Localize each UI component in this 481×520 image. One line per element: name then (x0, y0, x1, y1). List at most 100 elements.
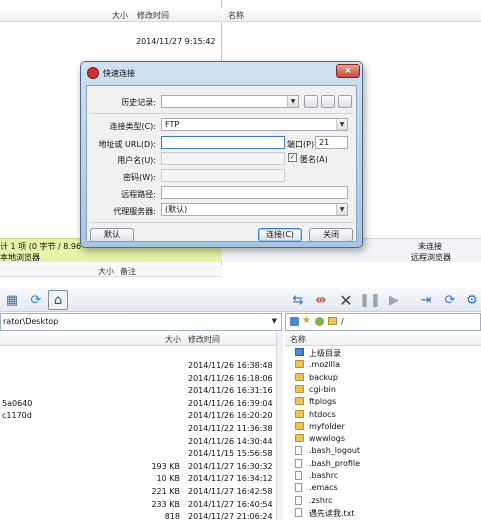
remote-home-icon[interactable] (290, 317, 299, 326)
bookmark-star-icon[interactable]: ★ (302, 315, 311, 326)
table-row[interactable]: 2014/11/26 14:30:44 (0, 436, 276, 448)
column-note[interactable]: 备注 (120, 266, 136, 277)
list-item[interactable]: .bash_logout (289, 445, 479, 457)
table-row[interactable]: c1170d 2014/11/26 16:20:20 (0, 410, 276, 422)
play-icon[interactable]: ▶ (384, 290, 404, 310)
table-row[interactable]: 2014/11/26 16:18:06 (0, 373, 276, 385)
table-row[interactable]: 818 2014/11/27 21:06:24 (0, 511, 276, 520)
file-icon (295, 495, 302, 505)
conn-type-value: FTP (165, 120, 180, 129)
address-input[interactable] (161, 136, 285, 149)
column-name[interactable]: 名称 (228, 10, 244, 21)
list-item[interactable]: backup (289, 372, 479, 384)
default-button[interactable]: 默认 (90, 228, 134, 242)
column-name[interactable]: 名称 (290, 334, 306, 345)
username-input[interactable] (161, 152, 285, 165)
top-remote-header: 名称 (223, 8, 481, 22)
column-size[interactable]: 大小 (98, 266, 114, 277)
row-date: 2014/11/26 16:20:20 (188, 411, 273, 421)
chevron-down-icon[interactable]: ▼ (272, 317, 277, 325)
table-row[interactable]: 2014/11/26 16:31:16 (0, 385, 276, 397)
port-input[interactable]: 21 (315, 136, 348, 149)
table-row[interactable]: 2014/11/15 15:56:58 (0, 448, 276, 460)
refresh-icon[interactable]: ⟳ (26, 290, 46, 310)
row-date: 2014/11/26 14:30:44 (188, 436, 273, 446)
list-item[interactable]: .bash_profile (289, 458, 479, 470)
table-row[interactable]: 5a0640 2014/11/26 16:39:04 (0, 398, 276, 410)
column-modified[interactable]: 修改时间 (137, 10, 169, 21)
list-item[interactable]: .zshrc (289, 495, 479, 507)
list-item[interactable]: .emacs (289, 482, 479, 494)
password-input[interactable] (161, 169, 285, 182)
connect-icon[interactable]: ⇆ (288, 290, 308, 310)
list-item[interactable]: htdocs (289, 409, 479, 421)
local-path[interactable]: rator\Desktop (3, 317, 58, 326)
list-item[interactable]: .mozilla (289, 359, 479, 371)
list-item[interactable]: ftplogs (289, 396, 479, 408)
column-modified[interactable]: 修改时间 (188, 334, 220, 345)
list-item[interactable]: 上级目录 (289, 347, 479, 359)
username-label: 用户名(U): (117, 156, 156, 165)
dialog-title: 快速连接 (103, 69, 135, 78)
item-name: .bash_logout (309, 446, 361, 456)
history-details-icon[interactable] (321, 95, 335, 108)
conn-type-select[interactable]: FTP ▼ (161, 118, 348, 131)
table-row[interactable]: 10 KB 2014/11/27 16:34:12 (0, 473, 276, 485)
list-item[interactable]: .bashrc (289, 470, 479, 482)
history-label: 历史记录: (121, 98, 156, 107)
chevron-down-icon[interactable]: ▼ (336, 204, 347, 215)
anonymous-checkbox[interactable]: ✓ (288, 153, 297, 162)
remote-path[interactable]: / (341, 317, 344, 326)
item-name: myfolder (309, 421, 345, 431)
disconnect-icon[interactable]: ⇎ (311, 290, 331, 310)
column-size[interactable]: 大小 (165, 334, 181, 345)
chevron-down-icon[interactable]: ▼ (336, 119, 347, 130)
item-name: htdocs (309, 409, 336, 419)
list-item[interactable]: wwwlogs (289, 433, 479, 445)
table-row[interactable]: 2014/11/22 11:36:38 (0, 423, 276, 435)
chevron-down-icon[interactable]: ▼ (287, 96, 298, 107)
item-name: .bashrc (309, 471, 339, 480)
view-icon[interactable]: ▦ (2, 290, 22, 310)
home-icon[interactable]: ⌂ (48, 290, 68, 310)
refresh-remote-icon[interactable]: ⟳ (440, 290, 460, 310)
local-scrollbar[interactable] (276, 332, 283, 520)
dialog-close-button[interactable]: 关闭 (309, 228, 353, 242)
list-item[interactable]: myfolder (289, 421, 479, 433)
remote-path-input[interactable] (161, 186, 348, 199)
pause-icon[interactable]: ❚❚ (359, 290, 381, 310)
queue-icon[interactable]: ⇥ (416, 290, 436, 310)
history-select[interactable]: ▼ (161, 95, 299, 108)
column-size[interactable]: 大小 (112, 10, 128, 21)
row-size: 221 KB (151, 487, 180, 496)
folder-icon (295, 434, 304, 443)
list-item[interactable]: 遇先读我.txt (289, 507, 479, 519)
settings-icon[interactable]: ⚙ (462, 290, 481, 310)
remote-status-text: 未连接 (418, 242, 442, 251)
stop-icon[interactable]: ✕ (336, 290, 356, 310)
remote-list-header: 名称 (285, 332, 481, 346)
file-icon (295, 471, 302, 480)
close-icon[interactable]: × (336, 64, 360, 78)
list-item[interactable]: cgi-bin (289, 384, 479, 396)
item-name: .bash_profile (309, 458, 361, 468)
table-row[interactable]: 221 KB 2014/11/27 16:42:58 (0, 486, 276, 498)
row-date: 2014/11/26 16:39:04 (188, 398, 273, 408)
table-row[interactable]: 233 KB 2014/11/27 16:40:54 (0, 499, 276, 511)
row-date: 2014/11/26 16:31:16 (188, 386, 273, 396)
connect-button[interactable]: 连接(C) (258, 228, 302, 242)
table-row[interactable]: 2014/11/26 16:38:48 (0, 360, 276, 372)
history-clear-icon[interactable] (338, 95, 352, 108)
item-name: 遇先读我.txt (309, 508, 355, 518)
anonymous-label[interactable]: 匿名(A) (300, 154, 328, 165)
history-list-icon[interactable] (304, 95, 318, 108)
remote-path-bar[interactable]: ★ / (285, 313, 481, 331)
item-name: cgi-bin (309, 384, 336, 394)
row-date: 2014/11/27 16:34:12 (188, 474, 273, 484)
row-name: 5a0640 (2, 398, 33, 408)
local-path-bar[interactable]: rator\Desktop ▼ (0, 313, 282, 331)
row-date: 2014/11/27 21:06:24 (188, 512, 273, 520)
table-row[interactable]: 193 KB 2014/11/27 16:30:32 (0, 461, 276, 473)
proxy-select[interactable]: (默认) ▼ (161, 203, 348, 216)
sync-icon[interactable] (315, 317, 324, 326)
